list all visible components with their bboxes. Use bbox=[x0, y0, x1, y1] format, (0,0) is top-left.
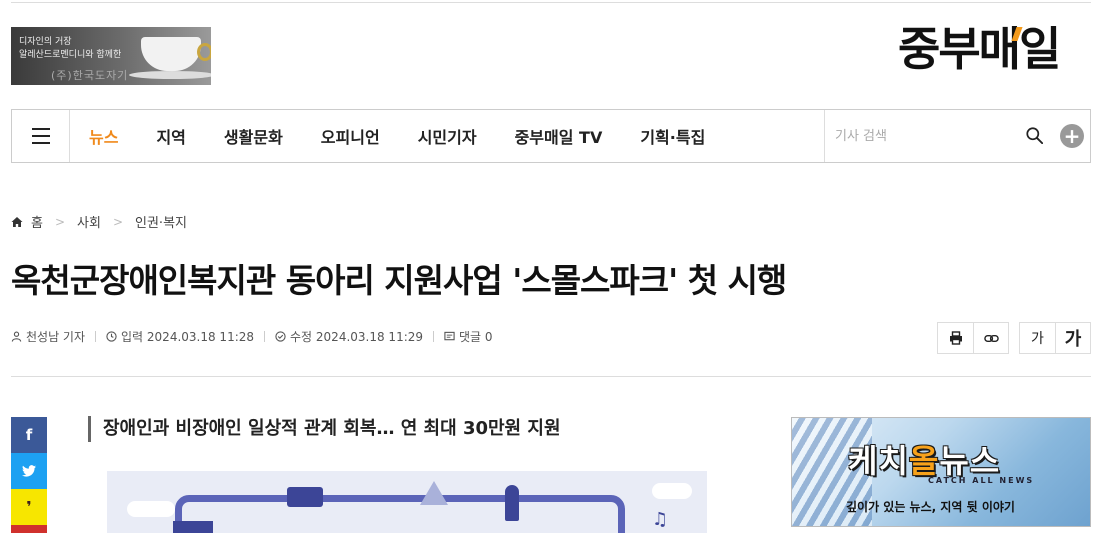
ad-brand-part1: 케치 bbox=[848, 442, 909, 480]
main-navigation: 뉴스 지역 생활문화 오피니언 시민기자 중부매일 TV 기획·특집 + bbox=[11, 109, 1091, 163]
clock-icon bbox=[106, 331, 117, 342]
banner-line-3: (주)한국도자기 bbox=[51, 69, 129, 82]
side-banner-ad[interactable]: 케치올뉴스 CATCH ALL NEWS 깊이가 있는 뉴스, 지역 뒷 이야기 bbox=[791, 417, 1091, 527]
ad-brand-part3: 뉴스 bbox=[939, 442, 1001, 480]
hiker-illustration bbox=[505, 485, 519, 521]
modified-info: 수정 2024.03.18 11:29 bbox=[275, 328, 423, 345]
author-info: 천성남 기자 bbox=[11, 328, 85, 345]
facebook-icon: f bbox=[25, 426, 33, 444]
twitter-icon bbox=[22, 465, 36, 477]
nav-item-citizen-reporter[interactable]: 시민기자 bbox=[399, 124, 496, 148]
top-banner-ad[interactable]: 디자인의 거장 알레산드로멘디니와 함께한 (주)한국도자기 bbox=[11, 27, 211, 85]
more-share-button[interactable] bbox=[11, 525, 47, 533]
ad-brand-part2: 올 bbox=[908, 442, 940, 480]
font-decrease-button[interactable]: 가 bbox=[1020, 323, 1055, 353]
meta-divider-line bbox=[11, 376, 1091, 377]
comment-count[interactable]: 댓글 0 bbox=[459, 328, 493, 345]
facebook-share-button[interactable]: f bbox=[11, 417, 47, 453]
nav-items: 뉴스 지역 생활문화 오피니언 시민기자 중부매일 TV 기획·특집 bbox=[70, 110, 724, 162]
banner-cup-image bbox=[141, 37, 201, 71]
share-tool-group bbox=[937, 322, 1009, 354]
chair-illustration bbox=[173, 521, 213, 533]
copy-link-button[interactable] bbox=[973, 323, 1008, 353]
comments-info[interactable]: 댓글 0 bbox=[444, 328, 493, 345]
kakao-share-button[interactable]: ❜ bbox=[11, 489, 47, 525]
banner-line-2: 알레산드로멘디니와 함께한 bbox=[19, 50, 122, 60]
cloud-illustration bbox=[127, 501, 175, 517]
link-icon bbox=[983, 334, 999, 342]
breadcrumb: 홈 > 사회 > 인권·복지 bbox=[11, 212, 187, 231]
plus-icon[interactable]: + bbox=[1060, 124, 1084, 148]
nav-item-opinion[interactable]: 오피니언 bbox=[302, 124, 399, 148]
twitter-share-button[interactable] bbox=[11, 453, 47, 489]
banner-saucer-image bbox=[129, 71, 211, 79]
ad-tagline: 깊이가 있는 뉴스, 지역 뒷 이야기 bbox=[846, 500, 1015, 514]
kakao-icon: ❜ bbox=[26, 498, 32, 516]
published-date: 입력 2024.03.18 11:28 bbox=[121, 330, 255, 344]
meta-divider bbox=[95, 331, 97, 342]
nav-item-special-features[interactable]: 기획·특집 bbox=[621, 124, 724, 148]
meta-divider bbox=[264, 331, 266, 342]
camera-illustration bbox=[287, 487, 323, 507]
font-size-tool-group: 가 가 bbox=[1019, 322, 1091, 354]
breadcrumb-level1[interactable]: 사회 bbox=[77, 212, 101, 231]
search-icon[interactable] bbox=[1026, 127, 1043, 144]
cloud-illustration bbox=[652, 483, 692, 499]
modified-date: 수정 2024.03.18 11:29 bbox=[290, 330, 424, 344]
share-sidebar: f ❜ bbox=[11, 417, 47, 533]
article-image[interactable]: ♫ bbox=[107, 471, 707, 533]
breadcrumb-home[interactable]: 홈 bbox=[31, 212, 43, 231]
nav-item-region[interactable]: 지역 bbox=[137, 124, 204, 148]
banner-line-1: 디자인의 거장 bbox=[19, 37, 72, 47]
published-info: 입력 2024.03.18 11:28 bbox=[106, 328, 254, 345]
banner-cup-handle bbox=[197, 43, 211, 61]
search-area: + bbox=[824, 110, 1091, 162]
meta-divider bbox=[433, 331, 435, 342]
comment-icon bbox=[444, 331, 455, 341]
music-note-illustration: ♫ bbox=[652, 509, 669, 530]
tent-illustration bbox=[420, 481, 448, 505]
nav-item-lifestyle-culture[interactable]: 생활문화 bbox=[205, 124, 302, 148]
nav-item-news[interactable]: 뉴스 bbox=[70, 124, 137, 148]
check-circle-icon bbox=[275, 331, 286, 342]
nav-item-tv[interactable]: 중부매일 TV bbox=[496, 124, 622, 148]
print-icon bbox=[949, 331, 962, 345]
top-divider bbox=[11, 2, 1091, 3]
breadcrumb-level2[interactable]: 인권·복지 bbox=[135, 212, 187, 231]
home-icon[interactable] bbox=[11, 216, 23, 228]
frame-illustration bbox=[175, 495, 625, 533]
author-name[interactable]: 천성남 기자 bbox=[26, 328, 85, 345]
person-icon bbox=[11, 331, 22, 342]
article-title: 옥천군장애인복지관 동아리 지원사업 '스몰스파크' 첫 시행 bbox=[11, 261, 787, 300]
chevron-right-icon: > bbox=[54, 214, 66, 229]
menu-icon[interactable] bbox=[12, 110, 70, 162]
print-button[interactable] bbox=[938, 323, 973, 353]
article-meta: 천성남 기자 입력 2024.03.18 11:28 수정 2024.03.18… bbox=[11, 328, 493, 345]
article-subtitle: 장애인과 비장애인 일상적 관계 회복… 연 최대 30만원 지원 bbox=[88, 416, 561, 442]
chevron-right-icon: > bbox=[112, 214, 124, 229]
ad-english-name: CATCH ALL NEWS bbox=[928, 476, 1035, 485]
search-input[interactable] bbox=[835, 124, 1015, 148]
site-logo[interactable]: 중부매일 bbox=[898, 22, 1061, 77]
article-tools: 가 가 bbox=[937, 322, 1091, 354]
font-increase-button[interactable]: 가 bbox=[1055, 323, 1090, 353]
